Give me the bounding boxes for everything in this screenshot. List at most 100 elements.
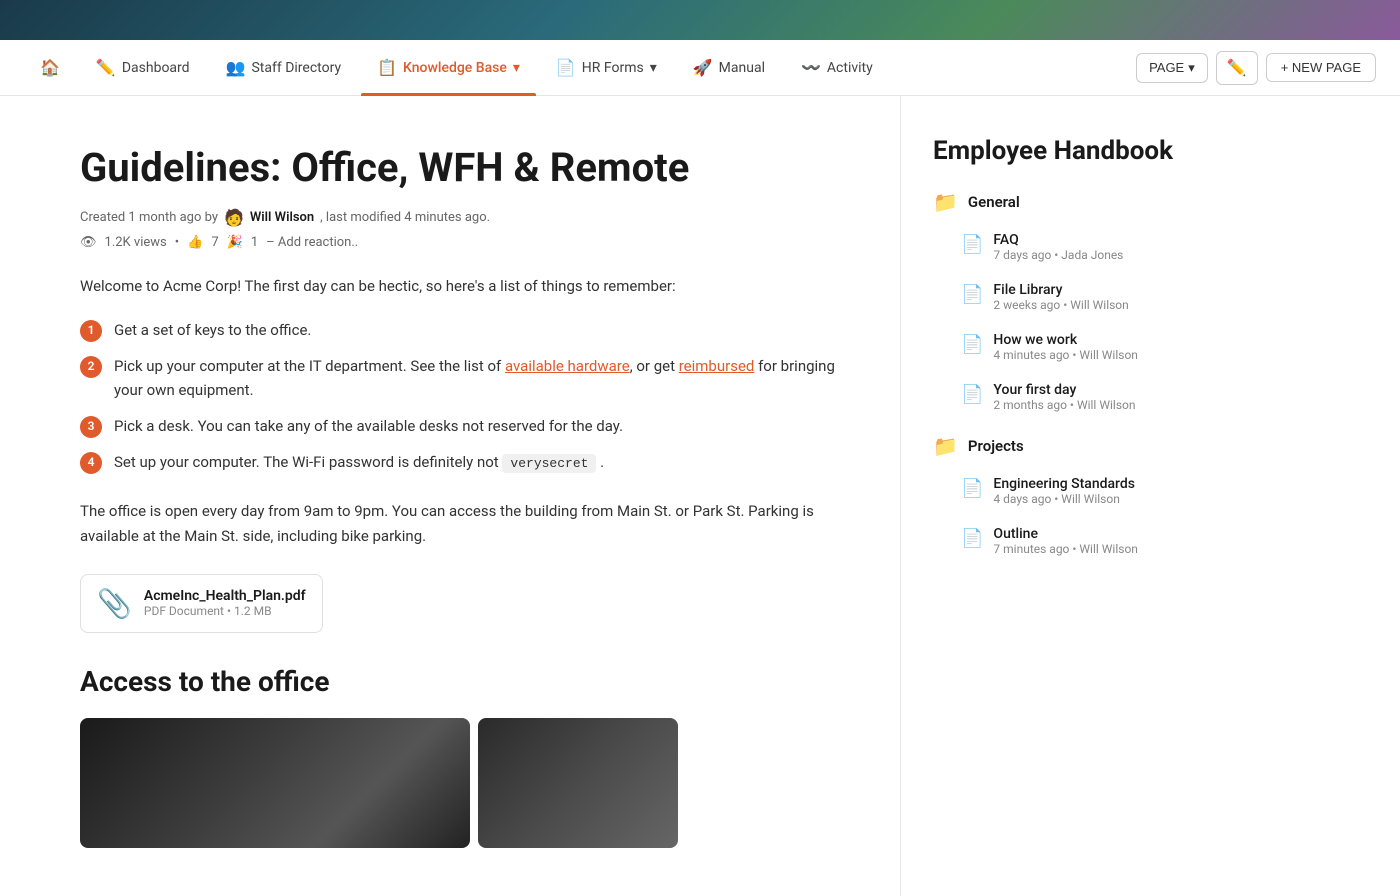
party-count: 1 [251, 235, 258, 250]
folder-icon-general: 📁 [933, 190, 958, 214]
wifi-password-code: verysecret [502, 454, 596, 473]
page-button[interactable]: PAGE ▾ [1136, 53, 1208, 83]
list-text-2: Pick up your computer at the IT departme… [114, 354, 836, 402]
avatar: 🧑 [224, 208, 244, 227]
sidebar-item-faq[interactable]: 📄 FAQ 7 days ago • Jada Jones [933, 226, 1208, 268]
doc-icon-faq: 📄 [961, 234, 983, 255]
nav-dashboard[interactable]: ✏️ Dashboard [80, 40, 206, 95]
sidebar-folder-projects[interactable]: 📁 Projects [933, 434, 1208, 458]
sidebar-item-file-library[interactable]: 📄 File Library 2 weeks ago • Will Wilson [933, 276, 1208, 318]
staff-directory-icon: 👥 [226, 58, 246, 77]
office-image-2 [478, 718, 678, 848]
folder-label-projects: Projects [968, 437, 1024, 455]
list-item: 3 Pick a desk. You can take any of the a… [80, 414, 836, 438]
list-num-2: 2 [80, 356, 102, 378]
nav-home[interactable]: 🏠 [24, 40, 76, 95]
meta-created: Created 1 month ago by [80, 210, 218, 225]
body-text: The office is open every day from 9am to… [80, 499, 836, 550]
list-item: 1 Get a set of keys to the office. [80, 318, 836, 342]
add-reaction[interactable]: – Add reaction.. [266, 235, 358, 250]
list-num-3: 3 [80, 416, 102, 438]
hr-forms-dropdown-icon: ▾ [650, 60, 657, 76]
sidebar-item-meta-file-library: 2 weeks ago • Will Wilson [993, 298, 1128, 312]
list-text-4: Set up your computer. The Wi-Fi password… [114, 450, 604, 475]
page-dropdown-icon: ▾ [1188, 60, 1195, 76]
list-item: 4 Set up your computer. The Wi-Fi passwo… [80, 450, 836, 475]
edit-button[interactable]: ✏️ [1216, 51, 1258, 85]
file-info: AcmeInc_Health_Plan.pdf PDF Document • 1… [144, 588, 306, 618]
ordered-list: 1 Get a set of keys to the office. 2 Pic… [80, 318, 836, 475]
navigation: 🏠 ✏️ Dashboard 👥 Staff Directory 📋 Knowl… [0, 40, 1400, 96]
file-icon: 📎 [97, 587, 132, 620]
sidebar-item-name-your-first-day: Your first day [993, 382, 1135, 398]
nav-manual[interactable]: 🚀 Manual [677, 40, 781, 95]
sidebar-item-outline[interactable]: 📄 Outline 7 minutes ago • Will Wilson [933, 520, 1208, 562]
manual-icon: 🚀 [693, 58, 713, 77]
hr-forms-icon: 📄 [556, 58, 576, 77]
sidebar-item-meta-how-we-work: 4 minutes ago • Will Wilson [993, 348, 1138, 362]
sidebar-section-projects: 📁 Projects 📄 Engineering Standards 4 day… [933, 434, 1208, 562]
party-reaction[interactable]: 🎉 [227, 235, 243, 250]
dot-separator: • [175, 235, 179, 250]
views-icon: 👁 [80, 235, 97, 250]
nav-hr-forms-label: HR Forms [582, 60, 644, 76]
doc-icon-your-first-day: 📄 [961, 384, 983, 405]
nav-left: 🏠 ✏️ Dashboard 👥 Staff Directory 📋 Knowl… [24, 40, 1136, 95]
page-title: Guidelines: Office, WFH & Remote [80, 144, 836, 192]
thumbs-up-count: 7 [211, 235, 218, 250]
folder-label-general: General [968, 193, 1020, 211]
sidebar-folder-general[interactable]: 📁 General [933, 190, 1208, 214]
meta-row: Created 1 month ago by 🧑 Will Wilson , l… [80, 208, 836, 227]
knowledge-base-dropdown-icon: ▾ [513, 60, 520, 76]
reimbursed-link[interactable]: reimbursed [679, 357, 755, 375]
file-attachment[interactable]: 📎 AcmeInc_Health_Plan.pdf PDF Document •… [80, 574, 323, 633]
home-icon: 🏠 [40, 58, 60, 77]
file-name: AcmeInc_Health_Plan.pdf [144, 588, 306, 604]
image-strip [80, 718, 836, 848]
nav-staff-directory-label: Staff Directory [251, 60, 341, 76]
nav-knowledge-base[interactable]: 📋 Knowledge Base ▾ [361, 40, 536, 95]
main-layout: Guidelines: Office, WFH & Remote Created… [0, 96, 1400, 896]
nav-activity[interactable]: 〰️ Activity [785, 40, 889, 95]
sidebar-item-meta-outline: 7 minutes ago • Will Wilson [993, 542, 1138, 556]
intro-text: Welcome to Acme Corp! The first day can … [80, 274, 836, 298]
available-hardware-link[interactable]: available hardware [505, 357, 630, 375]
sidebar-item-name-file-library: File Library [993, 282, 1128, 298]
nav-hr-forms[interactable]: 📄 HR Forms ▾ [540, 40, 673, 95]
knowledge-base-icon: 📋 [377, 58, 397, 77]
list-text-1: Get a set of keys to the office. [114, 318, 311, 342]
sidebar-item-meta-engineering-standards: 4 days ago • Will Wilson [993, 492, 1135, 506]
section2-title: Access to the office [80, 665, 836, 698]
file-meta: PDF Document • 1.2 MB [144, 604, 306, 618]
nav-knowledge-base-label: Knowledge Base [403, 60, 507, 76]
doc-icon-engineering-standards: 📄 [961, 478, 983, 499]
views-count: 1.2K views [105, 235, 167, 250]
sidebar-item-name-faq: FAQ [993, 232, 1123, 248]
sidebar-item-engineering-standards[interactable]: 📄 Engineering Standards 4 days ago • Wil… [933, 470, 1208, 512]
list-item: 2 Pick up your computer at the IT depart… [80, 354, 836, 402]
doc-icon-outline: 📄 [961, 528, 983, 549]
page-button-label: PAGE [1149, 60, 1184, 75]
nav-right: PAGE ▾ ✏️ + NEW PAGE [1136, 51, 1376, 85]
new-page-button[interactable]: + NEW PAGE [1266, 53, 1376, 82]
thumbs-up-reaction[interactable]: 👍 [187, 235, 203, 250]
sidebar-section-general: 📁 General 📄 FAQ 7 days ago • Jada Jones … [933, 190, 1208, 418]
folder-icon-projects: 📁 [933, 434, 958, 458]
nav-manual-label: Manual [719, 60, 765, 76]
sidebar-item-your-first-day[interactable]: 📄 Your first day 2 months ago • Will Wil… [933, 376, 1208, 418]
meta-modified: , last modified 4 minutes ago. [320, 210, 490, 225]
dashboard-icon: ✏️ [96, 58, 116, 77]
sidebar-title: Employee Handbook [933, 136, 1208, 166]
doc-icon-how-we-work: 📄 [961, 334, 983, 355]
sidebar-item-name-how-we-work: How we work [993, 332, 1138, 348]
list-text-3: Pick a desk. You can take any of the ava… [114, 414, 623, 438]
nav-staff-directory[interactable]: 👥 Staff Directory [210, 40, 358, 95]
sidebar-item-name-outline: Outline [993, 526, 1138, 542]
sidebar-item-meta-your-first-day: 2 months ago • Will Wilson [993, 398, 1135, 412]
list-num-4: 4 [80, 452, 102, 474]
sidebar-item-how-we-work[interactable]: 📄 How we work 4 minutes ago • Will Wilso… [933, 326, 1208, 368]
office-image-1 [80, 718, 470, 848]
nav-activity-label: Activity [827, 60, 873, 76]
activity-icon: 〰️ [801, 58, 821, 77]
sidebar-item-meta-faq: 7 days ago • Jada Jones [993, 248, 1123, 262]
